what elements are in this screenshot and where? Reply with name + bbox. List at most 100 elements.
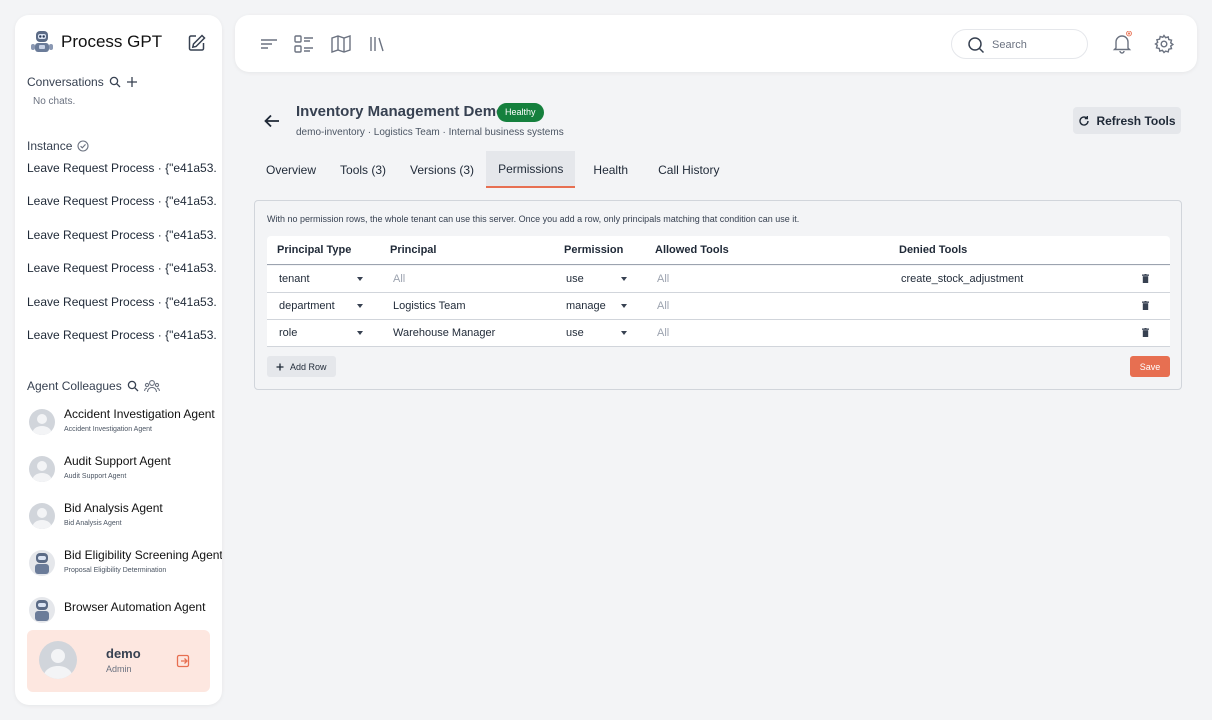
caret-down-icon	[621, 331, 627, 335]
robot-avatar-icon	[35, 600, 49, 621]
agents-header: Agent Colleagues	[27, 379, 160, 393]
allowed-tools-placeholder: All	[657, 327, 670, 339]
denied-tools-input[interactable]: create_stock_adjustment	[901, 266, 1121, 292]
header-principal: Principal	[390, 244, 437, 256]
tab-bar: Overview Tools (3) Versions (3) Permissi…	[254, 151, 731, 188]
allowed-tools-input[interactable]: All	[657, 320, 877, 346]
user-avatar	[39, 641, 77, 679]
search-icon[interactable]	[109, 76, 121, 88]
agent-name: Bid Eligibility Screening Agent	[64, 548, 222, 562]
allowed-tools-placeholder: All	[657, 273, 670, 285]
denied-tools-value: create_stock_adjustment	[901, 273, 1024, 285]
team-icon[interactable]	[143, 379, 160, 393]
permissions-panel: With no permission rows, the whole tenan…	[254, 200, 1182, 390]
logout-icon[interactable]	[176, 654, 190, 668]
denied-tools-input[interactable]	[901, 320, 1121, 346]
instance-item[interactable]: Leave Request Process · {"e41a53...	[27, 194, 217, 208]
permission-value: use	[566, 327, 584, 339]
agent-role: Accident Investigation Agent	[64, 426, 152, 433]
tab-permissions[interactable]: Permissions	[486, 151, 576, 188]
principal-type-value: role	[279, 327, 298, 339]
instance-item[interactable]: Leave Request Process · {"e41a53...	[27, 295, 217, 309]
permissions-note: With no permission rows, the whole tenan…	[267, 214, 800, 224]
person-avatar-icon	[32, 461, 52, 482]
brand[interactable]: Process GPT	[29, 29, 162, 55]
caret-down-icon	[621, 277, 627, 281]
tab-overview[interactable]: Overview	[254, 151, 328, 188]
status-badge: Healthy	[497, 103, 544, 122]
instance-label: Instance	[27, 139, 73, 153]
back-arrow-icon[interactable]	[263, 112, 281, 130]
search-box[interactable]	[951, 29, 1088, 59]
tab-call-history[interactable]: Call History	[646, 151, 731, 188]
topbar	[235, 15, 1197, 72]
plus-icon	[276, 363, 284, 370]
menu-lines-icon[interactable]	[258, 33, 280, 55]
agent-name: Accident Investigation Agent	[64, 407, 215, 421]
list-layout-icon[interactable]	[293, 33, 315, 55]
add-row-button[interactable]: Add Row	[267, 356, 336, 377]
principal-input[interactable]: All	[393, 266, 553, 292]
search-input[interactable]	[992, 36, 1077, 54]
conversations-label: Conversations	[27, 75, 104, 89]
avatar	[29, 409, 55, 435]
instance-item[interactable]: Leave Request Process · {"e41a53...	[27, 161, 217, 175]
tab-health[interactable]: Health	[575, 151, 646, 188]
table-row: department Logistics Team manage All	[267, 293, 1170, 320]
agent-name: Bid Analysis Agent	[64, 501, 163, 515]
server-meta: demo-inventory · Logistics Team · Intern…	[296, 127, 564, 138]
refresh-tools-button[interactable]: Refresh Tools	[1073, 107, 1181, 134]
avatar	[29, 550, 55, 576]
denied-tools-input[interactable]	[901, 293, 1121, 319]
user-name: demo	[106, 646, 141, 661]
sidebar: Process GPT Conversations No chats. Inst…	[15, 15, 222, 705]
header-denied-tools: Denied Tools	[899, 244, 968, 256]
principal-type-select[interactable]: department	[279, 293, 367, 319]
permission-select[interactable]: manage	[566, 293, 631, 319]
gear-icon[interactable]	[1154, 34, 1174, 54]
trash-icon[interactable]	[1142, 274, 1149, 283]
principal-value: Warehouse Manager	[393, 327, 496, 339]
no-chats-text: No chats.	[33, 96, 76, 107]
save-button[interactable]: Save	[1130, 356, 1170, 377]
user-card[interactable]: demo Admin	[27, 630, 210, 692]
permission-value: use	[566, 273, 584, 285]
agent-role: Proposal Eligibility Determination	[64, 567, 167, 574]
allowed-tools-input[interactable]: All	[657, 266, 877, 292]
permission-select[interactable]: use	[566, 266, 631, 292]
permission-value: manage	[566, 300, 606, 312]
trash-icon[interactable]	[1142, 328, 1149, 337]
principal-input[interactable]: Warehouse Manager	[393, 320, 553, 346]
agent-role: Audit Support Agent	[64, 473, 127, 480]
plus-icon[interactable]	[126, 76, 138, 88]
header-permission: Permission	[564, 244, 624, 256]
permission-select[interactable]: use	[566, 320, 631, 346]
tab-versions[interactable]: Versions (3)	[398, 151, 486, 188]
instance-item[interactable]: Leave Request Process · {"e41a53...	[27, 228, 217, 242]
bell-icon[interactable]	[1110, 31, 1134, 55]
allowed-tools-input[interactable]: All	[657, 293, 877, 319]
search-icon[interactable]	[127, 380, 139, 392]
agent-name: Audit Support Agent	[64, 454, 171, 468]
instance-item[interactable]: Leave Request Process · {"e41a53...	[27, 328, 217, 342]
app-title: Process GPT	[61, 32, 163, 51]
conversations-header: Conversations	[27, 75, 138, 89]
principal-type-select[interactable]: tenant	[279, 266, 367, 292]
principal-input[interactable]: Logistics Team	[393, 293, 553, 319]
principal-type-select[interactable]: role	[279, 320, 367, 346]
principal-type-value: tenant	[279, 273, 310, 285]
tab-tools[interactable]: Tools (3)	[328, 151, 398, 188]
check-circle-icon[interactable]	[77, 140, 89, 152]
search-icon	[968, 37, 985, 54]
principal-placeholder: All	[393, 273, 406, 285]
trash-icon[interactable]	[1142, 301, 1149, 310]
new-chat-edit-icon[interactable]	[187, 33, 207, 53]
instance-item[interactable]: Leave Request Process · {"e41a53...	[27, 261, 217, 275]
robot-logo-icon	[31, 31, 53, 52]
map-icon[interactable]	[330, 33, 352, 55]
library-icon[interactable]	[366, 33, 388, 55]
caret-down-icon	[357, 277, 363, 281]
principal-value: Logistics Team	[393, 300, 466, 312]
person-avatar-icon	[43, 649, 73, 679]
allowed-tools-placeholder: All	[657, 300, 670, 312]
